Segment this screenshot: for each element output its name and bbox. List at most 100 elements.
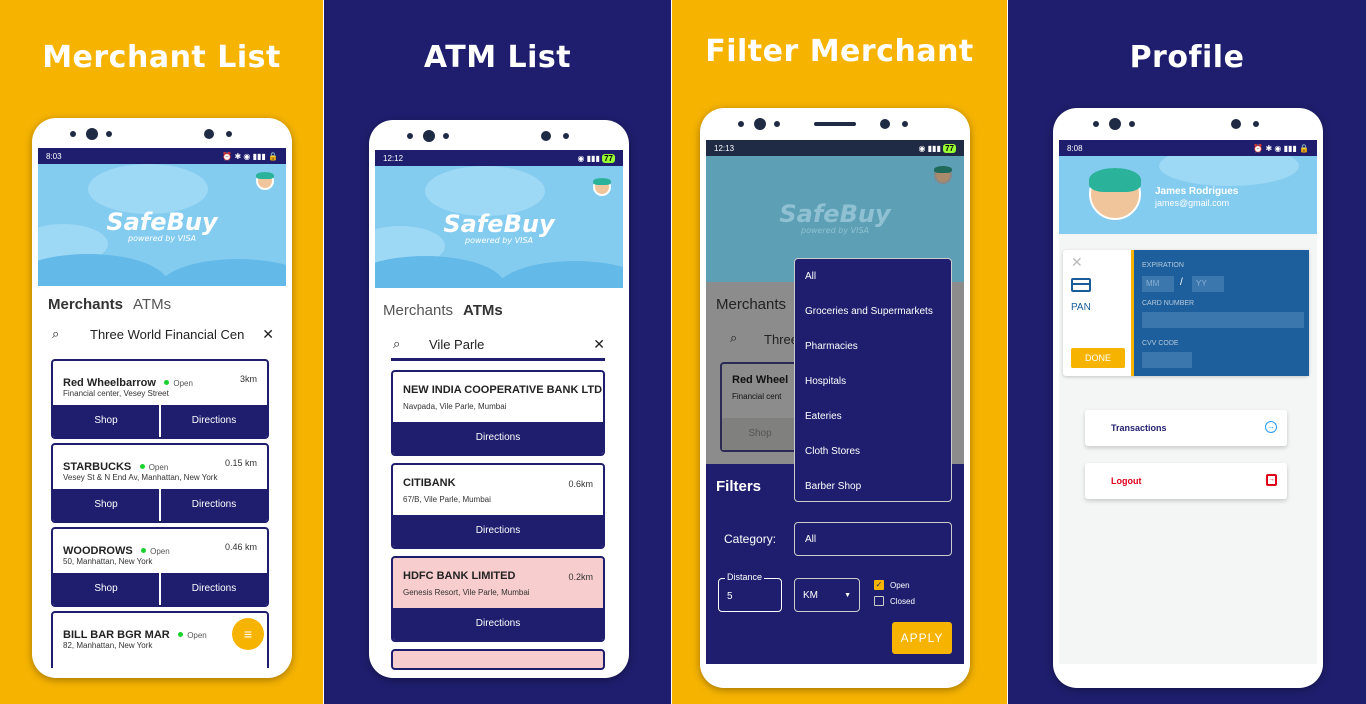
status-open: Open bbox=[178, 631, 207, 640]
profile-name: James Rodrigues bbox=[1155, 186, 1239, 197]
merchant-address: 82, Manhattan, New York bbox=[63, 641, 153, 650]
dropdown-option[interactable]: Barber Shop bbox=[795, 469, 951, 504]
distance: 0.2km bbox=[568, 572, 593, 582]
tab-merchants[interactable]: Merchants bbox=[48, 296, 123, 313]
battery-level: 77 bbox=[602, 153, 615, 163]
dropdown-option[interactable]: All bbox=[795, 259, 951, 294]
pan-label: PAN bbox=[1071, 302, 1091, 313]
safebuy-logo: SafeBuy powered by VISA bbox=[443, 210, 555, 245]
tab-merchants: Merchants bbox=[716, 296, 787, 313]
atm-address: 67/B, Vile Parle, Mumbai bbox=[403, 495, 491, 504]
directions-button[interactable]: Directions bbox=[393, 515, 603, 547]
panel-atm-list: ATM List 12:12 ◉ ▮▮▮ 77 SafeBuy powered … bbox=[324, 0, 671, 704]
directions-button[interactable]: Directions bbox=[161, 489, 267, 521]
atm-card[interactable] bbox=[391, 649, 605, 670]
clear-icon[interactable]: ✕ bbox=[262, 326, 274, 343]
panel-profile: Profile 8:08 ⏰ ✱ ◉ ▮▮▮ 🔒 James Rodrigues… bbox=[1008, 0, 1366, 704]
directions-button[interactable]: Directions bbox=[393, 422, 603, 454]
clear-icon[interactable]: ✕ bbox=[593, 336, 605, 353]
status-time: 8:03 bbox=[46, 151, 62, 161]
shop-button[interactable]: Shop bbox=[53, 405, 159, 437]
atm-card[interactable]: HDFC BANK LIMITED 0.2km Genesis Resort, … bbox=[391, 556, 605, 642]
category-label: Category: bbox=[724, 532, 777, 546]
merchant-address: Financial center, Vesey Street bbox=[63, 389, 169, 398]
shop-button[interactable]: Shop bbox=[53, 573, 159, 605]
panel-title: Filter Merchant bbox=[705, 34, 974, 69]
apply-button[interactable]: APPLY bbox=[892, 622, 952, 654]
merchant-card[interactable]: STARBUCKS Open 0.15 km Vesey St & N End … bbox=[51, 443, 269, 523]
closed-label: Closed bbox=[890, 596, 915, 606]
merchant-name: BILL BAR BGR MAR bbox=[63, 629, 170, 641]
distance: 3km bbox=[239, 374, 257, 384]
open-checkbox[interactable]: ✓ Open bbox=[874, 580, 910, 590]
yy-input[interactable]: YY bbox=[1192, 276, 1224, 292]
avatar[interactable] bbox=[934, 166, 952, 184]
avatar[interactable] bbox=[256, 172, 274, 190]
panel-merchant-list: Merchant List 8:03 ⏰ ✱ ◉ ▮▮▮ 🔒 SafeBuy p… bbox=[0, 0, 323, 704]
dropdown-option[interactable]: Cloth Stores bbox=[795, 434, 951, 469]
close-icon[interactable]: ✕ bbox=[1071, 254, 1083, 271]
dropdown-option[interactable]: Groceries and Supermarkets bbox=[795, 294, 951, 329]
distance-input[interactable]: 5 bbox=[727, 591, 733, 602]
card-number-input[interactable] bbox=[1142, 312, 1304, 328]
atm-address: Genesis Resort, Vile Parle, Mumbai bbox=[403, 588, 530, 597]
merchant-name: STARBUCKS bbox=[63, 461, 132, 473]
atm-card[interactable]: CITIBANK 0.6km 67/B, Vile Parle, Mumbai … bbox=[391, 463, 605, 549]
safebuy-logo: SafeBuy powered by VISA bbox=[779, 200, 891, 235]
tab-merchants[interactable]: Merchants bbox=[383, 302, 453, 319]
status-icons: ⏰ ✱ ◉ ▮▮▮ 🔒 bbox=[222, 151, 278, 161]
mm-input[interactable]: MM bbox=[1142, 276, 1174, 292]
directions-button[interactable]: Directions bbox=[161, 573, 267, 605]
shop-button[interactable]: Shop bbox=[53, 489, 159, 521]
dropdown-option[interactable]: Eateries bbox=[795, 399, 951, 434]
status-open: Open bbox=[141, 547, 170, 556]
phone-frame: 8:03 ⏰ ✱ ◉ ▮▮▮ 🔒 SafeBuy powered by VISA… bbox=[32, 118, 292, 678]
panel-filter-merchant: Filter Merchant 12:13 ◉ ▮▮▮ 77 SafeBuy p… bbox=[672, 0, 1007, 704]
date-separator: / bbox=[1180, 277, 1183, 288]
directions-button[interactable]: Directions bbox=[161, 405, 267, 437]
distance-label: Distance bbox=[725, 572, 765, 582]
filter-title: Filters bbox=[716, 478, 762, 495]
atm-name: NEW INDIA COOPERATIVE BANK LTD bbox=[403, 384, 603, 396]
cvv-input[interactable] bbox=[1142, 352, 1192, 368]
search-input[interactable]: Three World Financial Cen bbox=[90, 327, 252, 342]
shop-button: Shop bbox=[722, 418, 798, 450]
tab-atms[interactable]: ATMs bbox=[463, 302, 503, 319]
search-input[interactable]: Vile Parle bbox=[429, 337, 593, 352]
atm-address: Navpada, Vile Parle, Mumbai bbox=[403, 402, 507, 411]
search-bar[interactable]: ⌕ Vile Parle ✕ bbox=[393, 334, 605, 354]
merchant-card[interactable]: Red Wheelbarrow Open 3km Financial cente… bbox=[51, 359, 269, 439]
atm-card[interactable]: NEW INDIA COOPERATIVE BANK LTD Navpada, … bbox=[391, 370, 605, 456]
unit-select[interactable]: KM ▼ bbox=[794, 578, 860, 612]
distance-field[interactable]: Distance 5 bbox=[718, 572, 782, 612]
transactions-button[interactable]: Transactions → bbox=[1085, 410, 1287, 446]
logout-label: Logout bbox=[1111, 476, 1142, 486]
safebuy-logo: SafeBuy powered by VISA bbox=[106, 208, 218, 243]
panel-title: Profile bbox=[1129, 40, 1245, 75]
status-time: 12:12 bbox=[383, 153, 404, 163]
phone-frame: 8:08 ⏰ ✱ ◉ ▮▮▮ 🔒 James Rodrigues james@g… bbox=[1053, 108, 1323, 688]
dropdown-option[interactable]: Hospitals bbox=[795, 364, 951, 399]
category-select[interactable]: All bbox=[794, 522, 952, 556]
cvv-label: CVV CODE bbox=[1142, 340, 1179, 347]
checkbox-empty-icon bbox=[874, 596, 884, 606]
phone-frame: 12:12 ◉ ▮▮▮ 77 SafeBuy powered by VISA M… bbox=[369, 120, 629, 678]
screen: 8:08 ⏰ ✱ ◉ ▮▮▮ 🔒 James Rodrigues james@g… bbox=[1059, 140, 1317, 664]
dropdown-option[interactable]: Pharmacies bbox=[795, 329, 951, 364]
closed-checkbox[interactable]: Closed bbox=[874, 596, 915, 606]
status-bar: 8:08 ⏰ ✱ ◉ ▮▮▮ 🔒 bbox=[1059, 140, 1317, 156]
done-button[interactable]: DONE bbox=[1071, 348, 1125, 368]
screen: 8:03 ⏰ ✱ ◉ ▮▮▮ 🔒 SafeBuy powered by VISA… bbox=[38, 148, 286, 668]
merchant-card: Red Wheel Financial cent Shop bbox=[720, 362, 800, 452]
distance: 0.6km bbox=[568, 479, 593, 489]
avatar[interactable] bbox=[593, 178, 611, 196]
filter-fab[interactable]: ≡ bbox=[232, 618, 264, 650]
hero-banner: SafeBuy powered by VISA bbox=[38, 164, 286, 286]
logout-button[interactable]: Logout → bbox=[1085, 463, 1287, 499]
search-bar[interactable]: ⌕ Three World Financial Cen ✕ bbox=[52, 324, 274, 344]
directions-button[interactable]: Directions bbox=[393, 608, 603, 640]
merchant-card[interactable]: WOODROWS Open 0.46 km 50, Manhattan, New… bbox=[51, 527, 269, 607]
tab-atms[interactable]: ATMs bbox=[133, 296, 171, 313]
filter-icon: ≡ bbox=[243, 626, 253, 642]
profile-avatar[interactable] bbox=[1089, 168, 1141, 220]
